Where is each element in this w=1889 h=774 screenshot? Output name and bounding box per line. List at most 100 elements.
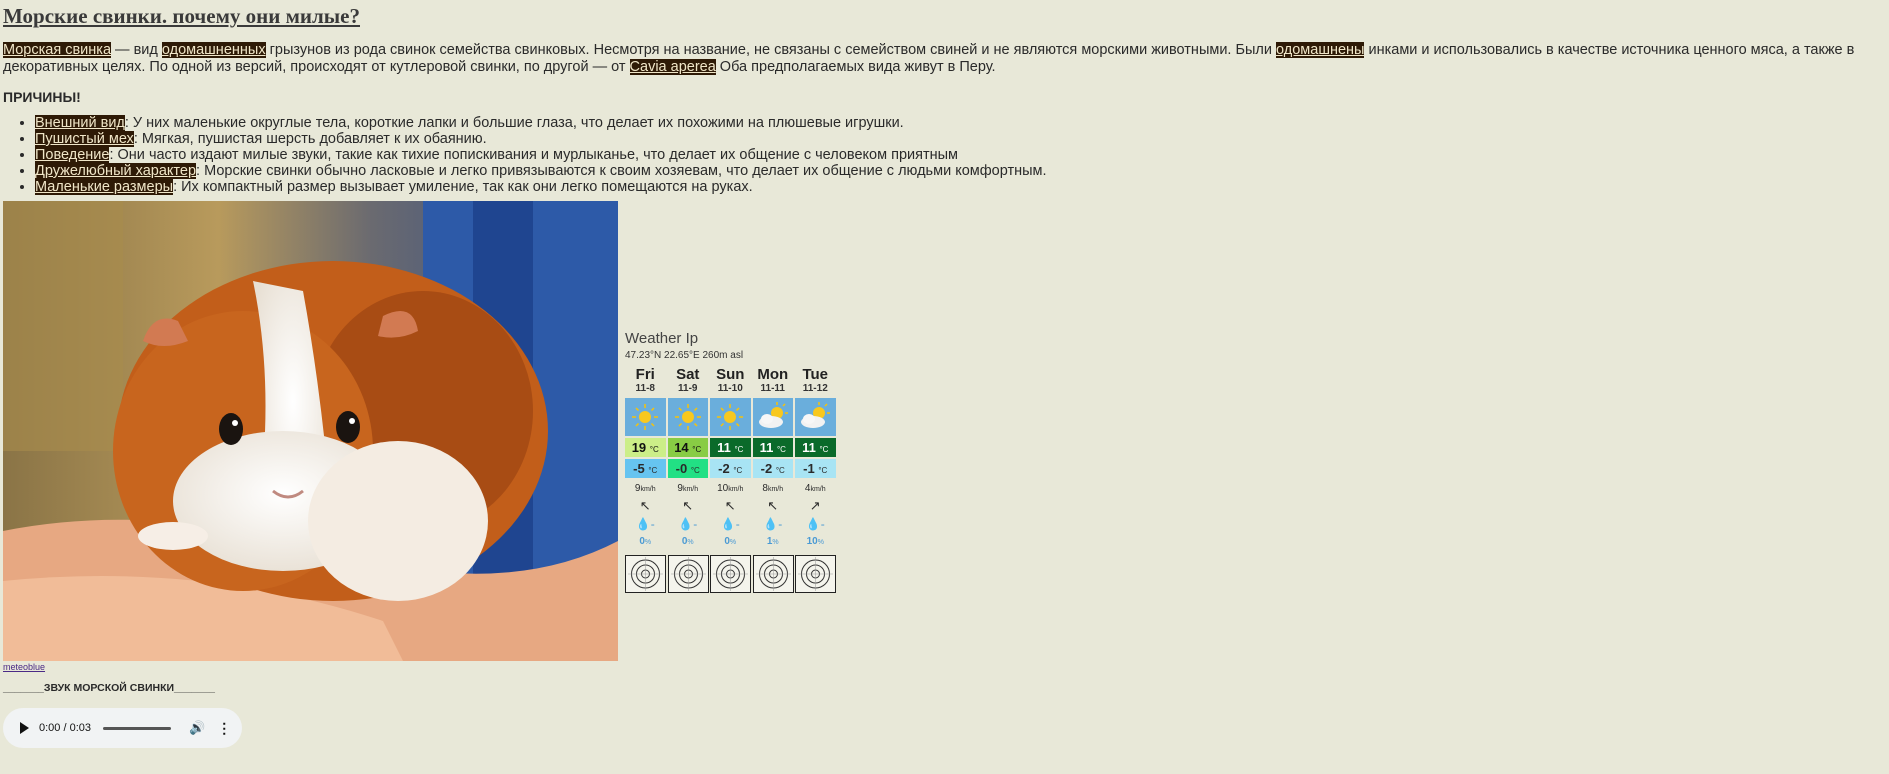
sun-icon [625,398,666,436]
wind-direction-icon: ↖ [767,498,779,513]
sound-label: _______ЗВУК МОРСКОЙ СВИНКИ_______ [3,682,215,694]
wind-unit: km/h [767,486,784,493]
temp-unit: °C [733,466,743,475]
precipitation: 💧- [625,515,666,533]
meteoblue-link[interactable]: meteoblue [3,662,45,672]
volume-icon[interactable]: 🔊 [189,720,205,736]
wind-rose-icon [667,555,709,593]
temp-unit: °C [648,466,658,475]
precip-value: - [735,517,740,531]
link-domesticated[interactable]: одомашненных [161,42,266,58]
wind-value: 10 [717,483,729,494]
weather-day-name: Mon [757,366,789,383]
weather-date: 11-10 [717,383,743,394]
reason-item: Внешний вид: У них маленькие округлые те… [35,115,1883,131]
weather-date: 11-12 [802,383,828,394]
weather-wind: 4km/h [795,482,836,497]
min-temp-value: -5 [633,461,645,476]
max-temp-value: 11 [759,440,774,455]
weather-max-temp: 11 °C [795,438,836,457]
sun-icon [667,398,708,436]
raindrop-icon: 💧 [635,517,651,531]
reason-term-link[interactable]: Маленькие размеры [35,179,174,195]
max-temp-value: 14 [674,440,689,455]
reasons-heading: ПРИЧИНЫ! [3,89,81,105]
wind-unit: km/h [728,486,744,493]
max-temp-value: 19 [631,440,647,455]
sun-cloud-icon [752,398,793,436]
guinea-pig-photo [3,201,618,661]
max-temp-value: 11 [717,440,731,455]
wind-rose-icon [710,555,751,593]
temp-unit: °C [776,445,786,454]
audio-player: 0:00 / 0:03 🔊 ⋮ [3,708,242,748]
precipitation: 💧- [795,515,836,533]
weather-min-temp: -2 °C [710,459,751,478]
precip-probability: 0% [625,533,666,551]
audio-seek-slider[interactable] [103,726,171,730]
weather-day-column: Sat 11-9 14 °C -0 °C 9km/h ↖ 💧- 0% [667,366,709,593]
reason-text: : Мягкая, пушистая шерсть добавляет к их… [133,131,487,147]
wind-unit: km/h [682,486,699,493]
precipitation: 💧- [710,515,751,533]
weather-wind: 8km/h [753,482,794,497]
reason-text: : Они часто издают милые звуки, такие ка… [109,147,959,163]
reason-item: Дружелюбный характер: Морские свинки обы… [35,163,1883,179]
precip-value: - [778,517,783,531]
more-options-icon[interactable]: ⋮ [217,720,231,737]
play-icon[interactable] [20,722,29,734]
precip-probability: 1% [753,533,794,551]
intro-text-4: Оба предполагаемых вида живут в Перу. [715,58,996,75]
wind-rose-icon [752,555,794,593]
weather-day-name: Sun [716,366,745,383]
weather-max-temp: 11 °C [710,438,751,457]
reason-text: : У них маленькие округлые тела, коротки… [124,115,904,131]
reason-term-link[interactable]: Внешний вид [35,115,125,131]
precip-value: - [820,517,825,531]
weather-wind: 9km/h [625,482,666,497]
sun-icon [710,398,751,436]
intro-paragraph: Морская свинка — вид одомашненных грызун… [3,42,1863,75]
reason-text: : Морские свинки обычно ласковые и легко… [196,163,1047,179]
temp-unit: °C [692,445,702,454]
precip-probability: 0% [710,533,751,551]
link-guinea-pig[interactable]: Морская свинка [3,42,112,58]
precipitation: 💧- [668,515,709,533]
weather-min-temp: -1 °C [795,459,836,478]
prob-unit: % [687,539,694,546]
wind-direction-icon: ↖ [682,498,694,513]
wind-direction-icon: ↖ [724,498,736,513]
reason-term-link[interactable]: Дружелюбный характер [35,163,197,179]
weather-day-name: Sat [676,366,700,383]
weather-widget: Weather Ip 47.23°N 22.65°E 260m asl Fri 1… [625,330,845,593]
intro-text-2: грызунов из рода свинок семейства свинко… [265,42,1277,58]
raindrop-icon: 💧 [678,517,694,531]
link-domesticated-2[interactable]: одомашнены [1276,42,1365,58]
weather-wind: 9km/h [668,482,709,497]
weather-title: Weather Ip [625,330,699,347]
min-temp-value: -0 [675,461,688,476]
wind-direction-icon: ↗ [809,498,821,513]
reason-term-link[interactable]: Поведение [35,147,110,163]
precip-probability: 0% [668,533,709,551]
reason-item: Пушистый мех: Мягкая, пушистая шерсть до… [35,131,1883,147]
link-cavia-aperea[interactable]: Cavia aperea [629,58,716,75]
prob-unit: % [772,539,779,546]
prob-unit: % [729,539,737,546]
wind-unit: km/h [640,486,656,493]
reason-term-link[interactable]: Пушистый мех [35,131,134,147]
audio-time: 0:00 / 0:03 [39,722,91,734]
reasons-list: Внешний вид: У них маленькие округлые те… [3,115,1883,195]
precip-value: - [650,517,655,531]
reason-text: : Их компактный размер вызывает умиление… [173,179,753,195]
temp-unit: °C [775,466,785,475]
raindrop-icon: 💧 [805,517,821,531]
weather-date: 11-8 [635,383,655,394]
prob-unit: % [644,539,652,546]
page-title: Морские свинки. почему они милые? [3,4,360,28]
precip-probability: 10% [795,533,836,551]
weather-max-temp: 19 °C [625,438,666,457]
wind-direction-icon: ↖ [639,498,651,513]
temp-unit: °C [734,445,744,454]
weather-min-temp: -5 °C [625,459,666,478]
